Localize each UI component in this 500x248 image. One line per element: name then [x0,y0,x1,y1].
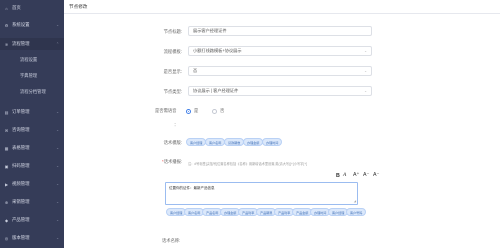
radio-yes-label: 是 [194,108,199,113]
sidebar-item-label: 视频管理 [12,181,30,186]
clear-format-button[interactable]: A⁻ [373,172,379,178]
sidebar-item-label: 首页 [12,5,21,10]
is-display-value: 否 [193,68,198,73]
chevron-down-icon: ⌄ [56,218,59,222]
sidebar-item-label: 订单管理 [12,109,30,114]
need-tts-label: 是否需语音 [155,108,176,114]
sidebar-item-label: 采销管理 [12,199,30,204]
speech-label-text: 话术播报: [163,159,183,164]
node-title-input[interactable]: 展示客户经理证件 [188,26,372,36]
page-header: 节点修改 [64,0,500,14]
sidebar-item-label: 系统设置 [12,22,30,27]
sidebar-subitem-dictionary[interactable]: 字典管理 [0,70,64,82]
template-chip[interactable]: 办理时间 [262,138,283,146]
flow-template-select[interactable]: 小额打线路模板+协议展示 ⌄ [188,46,372,56]
sidebar-item-label: 扫码管理 [12,163,30,168]
radio-no-label: 否 [220,108,225,113]
speech-editor-text: 位置你的证件：最新产品信息 [169,186,215,190]
sidebar-item-scan[interactable]: ▣ 扫码管理 ⌄ [0,160,64,172]
sidebar-item-home[interactable]: ⌂ 首页 [0,2,64,14]
sidebar-item-tables[interactable]: ▦ 表格管理 ⌄ [0,142,64,154]
chevron-down-icon: ⌄ [56,200,59,204]
sidebar-item-label: 流程管理 [12,41,30,46]
sidebar-item-products[interactable]: ◆ 产品管理 ⌄ [0,214,64,226]
radio-no-indicator [212,108,217,114]
sidebar-item-label: 表格管理 [12,145,30,150]
need-tts-label-text: 是否需语音 [155,108,177,113]
sidebar-item-system-settings[interactable]: ⚙ 系统设置 ⌄ [0,19,64,31]
table-icon: ▦ [4,145,9,151]
sidebar-item-label: 咨询管理 [12,127,30,132]
sidebar-item-label: 产品管理 [12,217,30,222]
chevron-up-icon: ⌃ [56,42,59,46]
page-title: 节点修改 [69,4,88,9]
chevron-down-icon: ⌄ [56,182,59,186]
node-title-label: 节点标题: [163,29,182,34]
chevron-down-icon: ⌄ [56,128,59,132]
template-name-label: 话术名称: [162,238,181,243]
template-chip[interactable]: 客户经理 [186,138,207,146]
sidebar-subitem-flow-grading[interactable]: 流程分档管理 [0,86,64,98]
sidebar-item-purchase[interactable]: ⊕ 采销管理 ⌄ [0,196,64,208]
need-tts-suffix: ： [174,122,179,127]
qr-icon: ▣ [4,163,9,169]
speech-editor[interactable]: 位置你的证件：最新产品信息 ◢ [165,182,358,205]
italic-button[interactable]: A [343,172,346,178]
chat-icon: ✉ [4,127,9,133]
sidebar-subitem-flow-settings[interactable]: 流程设置 [0,54,64,66]
radio-yes[interactable]: 是 [186,108,198,114]
flow-template-value: 小额打线路模板+协议展示 [193,48,242,53]
template-vars-label: 话术模版: [163,140,182,145]
is-display-select[interactable]: 否 ⌄ [188,66,372,76]
template-chip[interactable]: 办理金额 [243,138,264,146]
version-icon: ◎ [4,235,9,241]
radio-no[interactable]: 否 [212,108,224,114]
order-icon: ▤ [4,109,9,115]
node-type-label: 节点类型: [163,89,182,94]
is-display-label: 是否显示: [163,69,182,74]
speech-chip[interactable]: 客户号码 [346,208,367,216]
video-icon: ▶ [4,181,9,187]
font-size-down-button[interactable]: A⁻ [363,172,369,178]
sidebar-item-consult[interactable]: ✉ 咨询管理 ⌄ [0,124,64,136]
bold-button[interactable]: B [336,173,340,179]
template-chip[interactable]: 贷款期数 [224,138,245,146]
product-icon: ◆ [4,217,9,223]
chevron-down-icon: ⌄ [364,89,367,93]
speech-hint: 注：#号标签[尖括号]位置名称包括《名称》用新增话术里设置,英(请大写)[+]小… [188,162,308,166]
sidebar-item-versions[interactable]: ◎ 版本管理 ⌄ [0,232,64,244]
chevron-down-icon: ⌄ [56,23,59,27]
chevron-down-icon: ⌄ [56,164,59,168]
resize-handle-icon[interactable]: ◢ [354,199,356,203]
speech-label: *话术播报: [162,159,182,165]
gear-icon: ⚙ [4,22,9,28]
sidebar-item-video[interactable]: ▶ 视频管理 ⌄ [0,178,64,190]
flow-template-label: 流程模板: [163,49,182,54]
font-size-up-button[interactable]: A⁺ [353,172,359,178]
chevron-down-icon: ⌄ [364,69,367,73]
sidebar-item-orders[interactable]: ▤ 订单管理 ⌄ [0,106,64,118]
cart-icon: ⊕ [4,199,9,205]
flow-icon: ≋ [4,41,9,47]
sidebar-item-flow-management[interactable]: ≋ 流程管理 ⌃ [0,38,64,50]
node-type-value: 协议展示 | 客户经理证件 [193,88,239,93]
sidebar-item-label: 版本管理 [12,235,30,240]
home-icon: ⌂ [5,5,8,11]
chevron-down-icon: ⌄ [56,146,59,150]
template-chip[interactable]: 客户名称 [205,138,226,146]
node-title-value: 展示客户经理证件 [193,28,227,33]
sidebar: ⌂ 首页 ⚙ 系统设置 ⌄ ≋ 流程管理 ⌃ 流程设置 字典管理 流程分档管理 … [0,0,64,248]
radio-yes-indicator [186,108,191,114]
chevron-down-icon: ⌄ [56,110,59,114]
chevron-down-icon: ⌄ [364,49,367,53]
chevron-down-icon: ⌄ [56,236,59,240]
node-type-select[interactable]: 协议展示 | 客户经理证件 ⌄ [188,86,372,96]
